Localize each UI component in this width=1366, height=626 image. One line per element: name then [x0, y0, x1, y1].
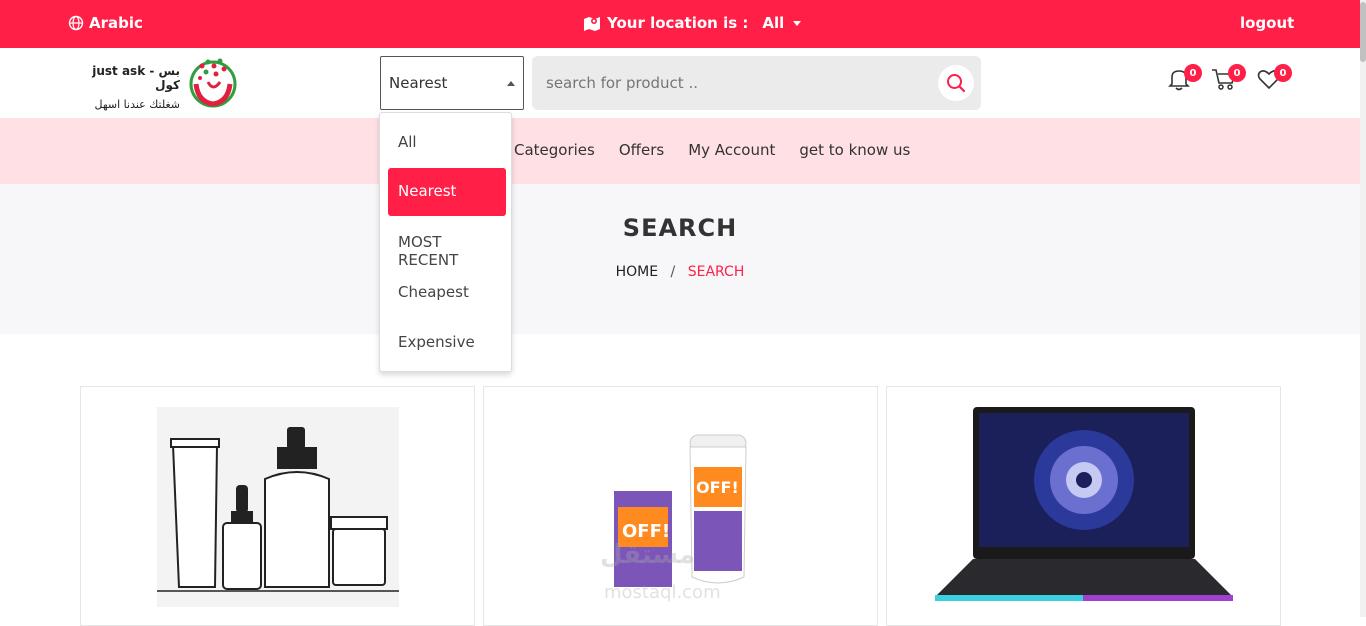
logout-link[interactable]: logout [1240, 14, 1294, 32]
language-switch[interactable]: Arabic [68, 14, 143, 32]
sort-option-all[interactable]: All [388, 119, 506, 167]
nav-item-my-account[interactable]: My Account [688, 141, 775, 159]
wishlist-badge: 0 [1274, 64, 1292, 82]
location-selector[interactable]: Your location is : All [583, 14, 802, 32]
page-banner: SEARCH HOME / SEARCH [0, 184, 1360, 334]
sort-option-expensive[interactable]: Expensive [388, 319, 506, 367]
product-card[interactable] [80, 386, 475, 626]
nav-item-categories[interactable]: Categories [514, 141, 595, 159]
globe-icon [68, 15, 84, 31]
product-card[interactable] [886, 386, 1281, 626]
sort-selected-value: Nearest [389, 74, 448, 92]
breadcrumb: HOME / SEARCH [0, 264, 1360, 280]
search-bar [532, 56, 981, 110]
nav-item-offers[interactable]: Offers [619, 141, 664, 159]
brand-name-line1: just ask - بس كول [92, 64, 180, 92]
nav-item-about[interactable]: get to know us [799, 141, 910, 159]
breadcrumb-separator: / [670, 264, 676, 280]
svg-text:OFF!: OFF! [622, 521, 670, 542]
breadcrumb-home[interactable]: HOME [616, 264, 658, 280]
top-bar: Arabic Your location is : All logout [0, 0, 1366, 48]
map-icon [584, 17, 600, 31]
page-title: SEARCH [622, 214, 738, 242]
logo-icon[interactable] [186, 54, 240, 110]
notifications-button[interactable]: 0 [1166, 64, 1202, 96]
sort-option-cheapest[interactable]: Cheapest [388, 269, 506, 317]
breadcrumb-current: SEARCH [687, 264, 745, 280]
chevron-up-icon [507, 81, 515, 86]
notifications-badge: 0 [1184, 64, 1202, 82]
scrollbar-thumb[interactable] [1360, 2, 1366, 62]
product-image-laptop[interactable] [933, 407, 1235, 607]
main-nav: Categories Offers My Account get to know… [0, 118, 1360, 184]
svg-text:OFF!: OFF! [696, 478, 739, 497]
sort-select[interactable]: Nearest [380, 56, 524, 110]
cart-badge: 0 [1228, 64, 1246, 82]
chevron-down-icon [793, 20, 802, 26]
watermark-url: mostaql.com [604, 582, 721, 603]
language-label: Arabic [89, 14, 143, 32]
wishlist-button[interactable]: 0 [1256, 64, 1292, 96]
sort-dropdown-menu: All Nearest MOST RECENT Cheapest Expensi… [379, 112, 512, 372]
sort-option-most-recent[interactable]: MOST RECENT [388, 219, 506, 269]
cart-button[interactable]: 0 [1210, 64, 1246, 96]
product-image-skincare[interactable] [157, 407, 399, 607]
search-icon [947, 74, 966, 93]
search-input[interactable] [546, 71, 926, 95]
search-button[interactable] [938, 65, 974, 101]
sort-option-nearest[interactable]: Nearest [388, 168, 506, 216]
location-label: Your location is : [607, 14, 749, 32]
brand-slogan: شغلتك عندنا اسهل [94, 98, 181, 111]
watermark-text: مستقل [600, 540, 696, 570]
page-scrollbar[interactable] [1360, 0, 1366, 617]
brand-name[interactable]: just ask - بس كول شغلتك عندنا اسهل [70, 64, 180, 111]
location-value[interactable]: All [762, 14, 784, 32]
